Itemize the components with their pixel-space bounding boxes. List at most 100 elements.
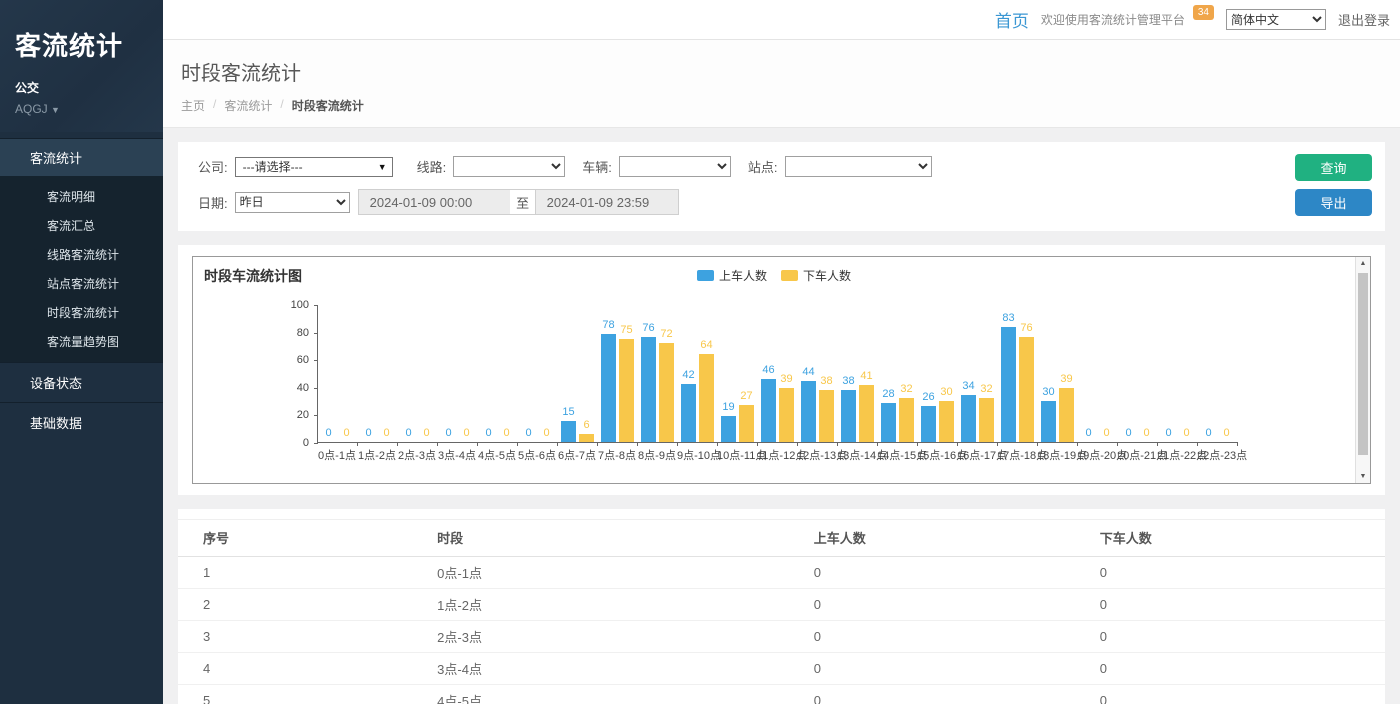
x-tick-mark [517, 442, 518, 446]
chart-category: 00 [1198, 305, 1238, 442]
x-axis-label: 18点-19点 [1037, 447, 1077, 463]
x-tick-mark [677, 442, 678, 446]
vehicle-label: 车辆: [582, 157, 612, 176]
date-preset-select[interactable]: 昨日 [235, 192, 350, 213]
query-button[interactable]: 查询 [1295, 154, 1372, 181]
chart-scrollbar[interactable]: ▲ ▼ [1355, 257, 1370, 483]
bar-boarding [801, 381, 816, 442]
table-cell: 3点-4点 [412, 653, 789, 685]
line-label: 线路: [417, 157, 447, 176]
chart-legend: 上车人数下车人数 [193, 267, 1355, 284]
sidebar-item-2[interactable]: 线路客流统计 [0, 240, 163, 269]
language-select[interactable]: 简体中文 [1226, 9, 1326, 30]
breadcrumb-separator: / [213, 97, 216, 114]
legend-item-0[interactable]: 上车人数 [697, 267, 767, 284]
scrollbar-thumb[interactable] [1358, 273, 1368, 455]
sidebar-item-5[interactable]: 客流量趋势图 [0, 327, 163, 356]
sidebar-submenu: 客流明细客流汇总线路客流统计站点客流统计时段客流统计客流量趋势图 [0, 176, 163, 362]
bar-value-label: 0 [336, 427, 357, 439]
x-axis-label: 6点-7点 [557, 447, 597, 463]
y-tick-mark [314, 443, 318, 444]
stats-table: 序号时段上车人数下车人数 10点-1点0021点-2点0032点-3点0043点… [178, 519, 1385, 704]
org-selector[interactable]: AQGJ ▼ [15, 102, 149, 116]
chart-x-labels: 0点-1点1点-2点2点-3点3点-4点4点-5点5点-6点6点-7点7点-8点… [317, 447, 1237, 461]
breadcrumb-separator: / [280, 97, 283, 114]
welcome-text: 欢迎使用客流统计管理平台 [1041, 11, 1185, 28]
date-to-input[interactable] [535, 189, 679, 215]
bar-boarding [881, 403, 896, 442]
bar-value-label: 0 [536, 427, 557, 439]
breadcrumb-item-1[interactable]: 客流统计 [224, 97, 272, 114]
chart-category: 00 [1118, 305, 1158, 442]
x-tick-mark [637, 442, 638, 446]
table-cell: 4 [178, 653, 412, 685]
x-tick-mark [1197, 442, 1198, 446]
table-cell: 1 [178, 557, 412, 589]
y-tick-label: 20 [297, 409, 309, 421]
x-axis-label: 13点-14点 [837, 447, 877, 463]
table-cell: 1点-2点 [412, 589, 789, 621]
bar-value-label: 27 [736, 390, 757, 402]
table-row: 21点-2点00 [178, 589, 1385, 621]
line-select[interactable] [453, 156, 565, 177]
bar-alighting [1059, 388, 1074, 442]
bar-value-label: 72 [656, 328, 677, 340]
station-label: 站点: [748, 157, 778, 176]
sidebar-item-1[interactable]: 客流汇总 [0, 211, 163, 240]
bar-alighting [859, 385, 874, 442]
scroll-up-icon[interactable]: ▲ [1356, 260, 1370, 267]
table-row: 43点-4点00 [178, 653, 1385, 685]
bar-value-label: 42 [678, 369, 699, 381]
x-tick-mark [1117, 442, 1118, 446]
bar-value-label: 6 [576, 419, 597, 431]
bar-value-label: 75 [616, 324, 637, 336]
bar-value-label: 76 [1016, 322, 1037, 334]
sidebar-section-1[interactable]: 基础数据 [0, 402, 163, 442]
legend-swatch-icon [697, 270, 714, 281]
chart-category: 4438 [798, 305, 838, 442]
bar-value-label: 0 [376, 427, 397, 439]
company-select[interactable]: ---请选择--- ▼ [235, 157, 393, 177]
x-tick-mark [557, 442, 558, 446]
chart-box: 时段车流统计图 上车人数下车人数 02040608010000000000000… [192, 256, 1371, 484]
export-button[interactable]: 导出 [1295, 189, 1372, 216]
x-axis-label: 1点-2点 [357, 447, 397, 463]
chart-category: 00 [1158, 305, 1198, 442]
station-select[interactable] [785, 156, 932, 177]
filter-panel: 公司: ---请选择--- ▼ 线路: 车辆: 站点: 日期: 昨日 至 [178, 142, 1385, 231]
x-axis-label: 5点-6点 [517, 447, 557, 463]
page-title: 时段客流统计 [181, 57, 1400, 86]
sidebar-item-4[interactable]: 时段客流统计 [0, 298, 163, 327]
x-axis-label: 20点-21点 [1117, 447, 1157, 463]
sidebar-section-0[interactable]: 设备状态 [0, 362, 163, 402]
bar-value-label: 41 [856, 370, 877, 382]
table-cell: 0 [1075, 557, 1385, 589]
bar-alighting [979, 398, 994, 442]
bar-value-label: 64 [696, 339, 717, 351]
home-link[interactable]: 首页 [995, 7, 1029, 32]
bar-value-label: 32 [896, 383, 917, 395]
sidebar-item-3[interactable]: 站点客流统计 [0, 269, 163, 298]
bar-value-label: 39 [1056, 373, 1077, 385]
legend-item-1[interactable]: 下车人数 [781, 267, 851, 284]
sidebar-item-0[interactable]: 客流明细 [0, 182, 163, 211]
date-range-separator: 至 [510, 189, 536, 215]
x-tick-mark [717, 442, 718, 446]
x-axis-label: 14点-15点 [877, 447, 917, 463]
vehicle-select[interactable] [619, 156, 731, 177]
breadcrumb-item-0[interactable]: 主页 [181, 97, 205, 114]
company-label: 公司: [198, 157, 228, 176]
bar-value-label: 0 [456, 427, 477, 439]
sidebar-section-passenger-stats[interactable]: 客流统计 [0, 138, 163, 176]
filter-row-1: 公司: ---请选择--- ▼ 线路: 车辆: 站点: [198, 156, 1367, 177]
bar-alighting [819, 390, 834, 442]
x-axis-label: 19点-20点 [1077, 447, 1117, 463]
logout-link[interactable]: 退出登录 [1338, 10, 1390, 29]
table-cell: 0点-1点 [412, 557, 789, 589]
date-from-input[interactable] [358, 189, 511, 215]
filter-row-2: 日期: 昨日 至 [198, 189, 1367, 215]
logo-area: 客流统计 公交 AQGJ ▼ [0, 0, 163, 132]
table-cell: 0 [789, 621, 1075, 653]
scroll-down-icon[interactable]: ▼ [1356, 473, 1370, 480]
bar-boarding [1001, 327, 1016, 442]
